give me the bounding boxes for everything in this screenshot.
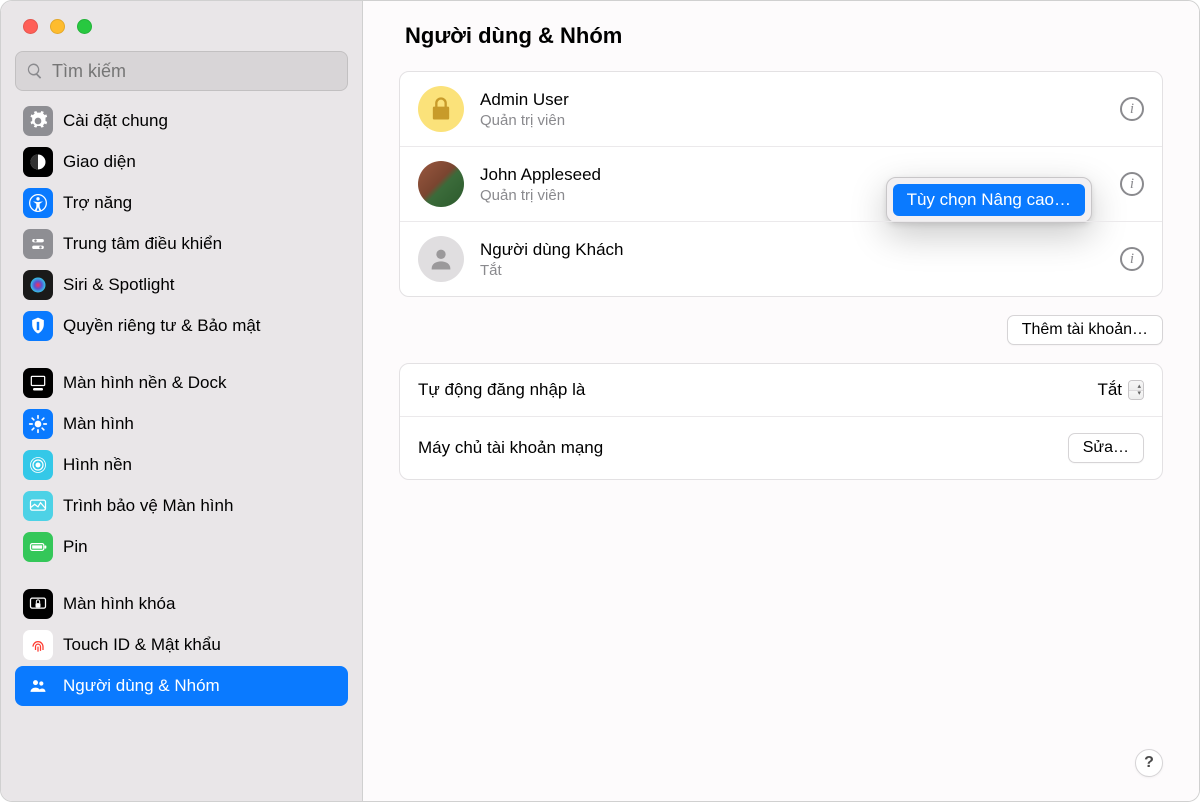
- sidebar-item-label: Touch ID & Mật khẩu: [63, 635, 221, 655]
- search-field[interactable]: [15, 51, 348, 91]
- user-role: Tắt: [480, 262, 1104, 279]
- sidebar-item-privacy[interactable]: Quyền riêng tư & Bảo mật: [15, 306, 348, 346]
- dock-icon: [23, 368, 53, 398]
- network-account-row: Máy chủ tài khoản mạng Sửa…: [400, 416, 1162, 479]
- zoom-window-button[interactable]: [77, 19, 92, 34]
- auto-login-select[interactable]: Tắt ▴▾: [1097, 380, 1144, 400]
- sidebar-item-label: Trợ năng: [63, 193, 132, 213]
- sidebar-item-users[interactable]: Người dùng & Nhóm: [15, 666, 348, 706]
- sidebar-item-siri[interactable]: Siri & Spotlight: [15, 265, 348, 305]
- sidebar-item-label: Cài đặt chung: [63, 111, 168, 131]
- sidebar-item-gear[interactable]: Cài đặt chung: [15, 101, 348, 141]
- gear-icon: [23, 106, 53, 136]
- touchid-icon: [23, 630, 53, 660]
- screensaver-icon: [23, 491, 53, 521]
- auto-login-row: Tự động đăng nhập là Tắt ▴▾: [400, 364, 1162, 416]
- wallpaper-icon: [23, 450, 53, 480]
- minimize-window-button[interactable]: [50, 19, 65, 34]
- lock-avatar-icon: [418, 86, 464, 132]
- battery-icon: [23, 532, 53, 562]
- privacy-icon: [23, 311, 53, 341]
- close-window-button[interactable]: [23, 19, 38, 34]
- sidebar-item-label: Màn hình: [63, 414, 134, 434]
- sidebar-item-screensaver[interactable]: Trình bảo vệ Màn hình: [15, 486, 348, 526]
- search-input[interactable]: [52, 61, 337, 82]
- appearance-icon: [23, 147, 53, 177]
- sidebar-item-dock[interactable]: Màn hình nền & Dock: [15, 363, 348, 403]
- user-avatar-photo: [418, 161, 464, 207]
- sidebar-item-wallpaper[interactable]: Hình nền: [15, 445, 348, 485]
- users-panel: Admin User Quản trị viên i John Applesee…: [399, 71, 1163, 297]
- network-edit-button[interactable]: Sửa…: [1068, 433, 1144, 463]
- add-account-button[interactable]: Thêm tài khoản…: [1007, 315, 1163, 345]
- sidebar: Cài đặt chung Giao diện Trợ năng Trung tâm …: [1, 1, 363, 801]
- sidebar-item-label: Hình nền: [63, 455, 132, 475]
- displays-icon: [23, 409, 53, 439]
- system-settings-window: Cài đặt chung Giao diện Trợ năng Trung tâm …: [0, 0, 1200, 802]
- sidebar-item-appearance[interactable]: Giao diện: [15, 142, 348, 182]
- chevron-stepper-icon: [1128, 380, 1144, 400]
- guest-avatar-icon: [418, 236, 464, 282]
- sidebar-item-label: Trình bảo vệ Màn hình: [63, 496, 233, 516]
- main-content: Người dùng & Nhóm Admin User Quản trị vi…: [363, 1, 1199, 801]
- context-menu: Tùy chọn Nâng cao…: [886, 177, 1092, 223]
- page-title: Người dùng & Nhóm: [405, 23, 1163, 49]
- control-center-icon: [23, 229, 53, 259]
- sidebar-item-displays[interactable]: Màn hình: [15, 404, 348, 444]
- siri-icon: [23, 270, 53, 300]
- sidebar-item-label: Giao diện: [63, 152, 136, 172]
- user-row-john[interactable]: John Appleseed Quản trị viên i Tùy chọn …: [400, 146, 1162, 221]
- sidebar-item-label: Người dùng & Nhóm: [63, 676, 220, 696]
- auto-login-label: Tự động đăng nhập là: [418, 380, 585, 400]
- sidebar-item-label: Pin: [63, 537, 88, 557]
- info-button[interactable]: i: [1120, 247, 1144, 271]
- sidebar-item-accessibility[interactable]: Trợ năng: [15, 183, 348, 223]
- search-icon: [26, 62, 44, 80]
- sidebar-item-lockscreen[interactable]: Màn hình khóa: [15, 584, 348, 624]
- sidebar-item-label: Màn hình khóa: [63, 594, 175, 614]
- info-button[interactable]: i: [1120, 172, 1144, 196]
- users-icon: [23, 671, 53, 701]
- user-name: Người dùng Khách: [480, 240, 1104, 260]
- lockscreen-icon: [23, 589, 53, 619]
- sidebar-nav: Cài đặt chung Giao diện Trợ năng Trung tâm …: [1, 101, 362, 801]
- info-button[interactable]: i: [1120, 97, 1144, 121]
- help-button[interactable]: ?: [1135, 749, 1163, 777]
- user-role: Quản trị viên: [480, 112, 1104, 129]
- accessibility-icon: [23, 188, 53, 218]
- user-name: Admin User: [480, 90, 1104, 110]
- advanced-options-menu-item[interactable]: Tùy chọn Nâng cao…: [893, 184, 1085, 216]
- sidebar-item-label: Quyền riêng tư & Bảo mật: [63, 316, 261, 336]
- sidebar-item-touchid[interactable]: Touch ID & Mật khẩu: [15, 625, 348, 665]
- sidebar-item-label: Trung tâm điều khiển: [63, 234, 222, 254]
- sidebar-item-label: Màn hình nền & Dock: [63, 373, 226, 393]
- user-row-admin[interactable]: Admin User Quản trị viên i: [400, 72, 1162, 146]
- settings-panel: Tự động đăng nhập là Tắt ▴▾ Máy chủ tài …: [399, 363, 1163, 480]
- sidebar-item-battery[interactable]: Pin: [15, 527, 348, 567]
- sidebar-item-label: Siri & Spotlight: [63, 275, 175, 295]
- user-row-guest[interactable]: Người dùng Khách Tắt i: [400, 221, 1162, 296]
- network-account-label: Máy chủ tài khoản mạng: [418, 438, 603, 458]
- sidebar-item-control-center[interactable]: Trung tâm điều khiển: [15, 224, 348, 264]
- titlebar: [1, 1, 362, 51]
